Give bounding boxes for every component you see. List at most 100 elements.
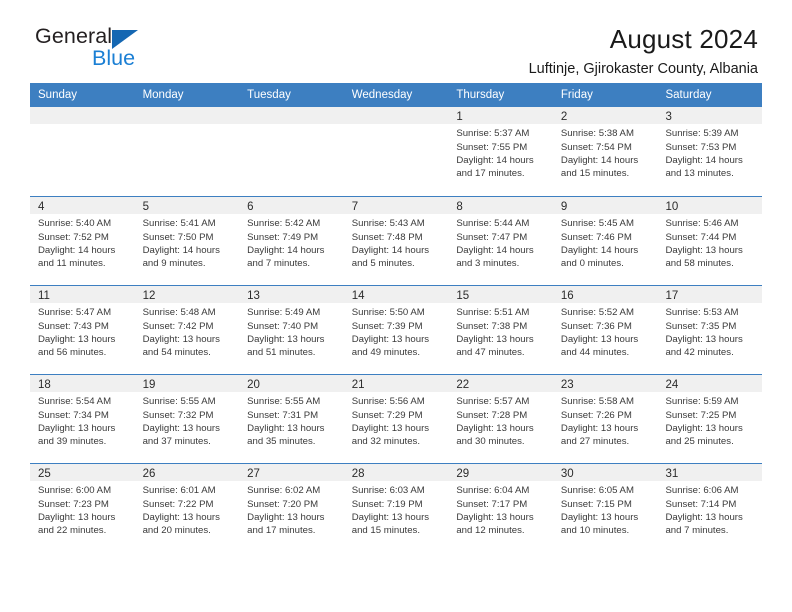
day-number: 28	[351, 468, 365, 481]
calendar-day-cell[interactable]: 9 Sunrise: 5:45 AM Sunset: 7:46 PM Daylight…	[552, 197, 658, 286]
daylight-text: Daylight: 13 hours	[247, 333, 325, 345]
daylight-text-cont: and 58 minutes.	[665, 257, 734, 269]
daylight-text-cont: and 49 minutes.	[351, 346, 421, 358]
day-details: Sunrise: 5:48 AM Sunset: 7:42 PM Daylight:…	[135, 303, 240, 359]
calendar-day-cell[interactable]: 14 Sunrise: 5:50 AM Sunset: 7:39 PM Dayligh…	[343, 286, 449, 375]
day-number: 24	[665, 379, 679, 392]
sunrise-text: Sunrise: 5:55 AM	[142, 396, 216, 408]
daylight-text: Daylight: 13 hours	[38, 511, 116, 523]
sunrise-text: Sunrise: 6:05 AM	[560, 485, 634, 497]
calendar-day-cell[interactable]: 22 Sunrise: 5:57 AM Sunset: 7:28 PM Dayligh…	[448, 375, 553, 464]
daylight-text-cont: and 56 minutes.	[38, 346, 107, 358]
day-number-band: 28	[343, 464, 449, 482]
day-number: 8	[456, 201, 463, 214]
daylight-text: Daylight: 13 hours	[665, 511, 743, 523]
generalblue-logo[interactable]: General Blue	[30, 25, 180, 82]
sunrise-text: Sunrise: 5:44 AM	[456, 218, 530, 230]
day-number-band: 17	[657, 286, 763, 304]
calendar-day-cell[interactable]: 26 Sunrise: 6:01 AM Sunset: 7:22 PM Dayligh…	[134, 464, 240, 553]
sunrise-text: Sunrise: 6:06 AM	[665, 485, 739, 497]
day-number-band: 18	[30, 375, 135, 393]
sunrise-text: Sunrise: 5:59 AM	[665, 396, 739, 408]
sunset-text: Sunset: 7:54 PM	[560, 141, 632, 153]
calendar-day-cell[interactable]: 28 Sunrise: 6:03 AM Sunset: 7:19 PM Dayligh…	[343, 464, 449, 553]
calendar-day-cell[interactable]: 23 Sunrise: 5:58 AM Sunset: 7:26 PM Dayligh…	[552, 375, 658, 464]
calendar-day-cell[interactable]: 4 Sunrise: 5:40 AM Sunset: 7:52 PM Daylight…	[30, 197, 135, 286]
daylight-text-cont: and 11 minutes.	[38, 257, 106, 269]
calendar-day-cell[interactable]: 27 Sunrise: 6:02 AM Sunset: 7:20 PM Dayligh…	[239, 464, 344, 553]
calendar-day-cell[interactable]: 13 Sunrise: 5:49 AM Sunset: 7:40 PM Dayligh…	[239, 286, 344, 375]
daylight-text: Daylight: 13 hours	[560, 333, 639, 345]
day-number-band: 15	[448, 286, 553, 304]
day-details: Sunrise: 5:50 AM Sunset: 7:39 PM Daylight:…	[344, 303, 449, 359]
calendar-day-cell[interactable]: 24 Sunrise: 5:59 AM Sunset: 7:25 PM Dayligh…	[657, 375, 763, 464]
day-details: Sunrise: 5:53 AM Sunset: 7:35 PM Daylight:…	[657, 303, 762, 359]
daylight-text: Daylight: 14 hours	[456, 154, 534, 166]
sunset-text: Sunset: 7:26 PM	[560, 409, 632, 421]
daylight-text: Daylight: 14 hours	[456, 244, 534, 256]
day-details: Sunrise: 5:44 AM Sunset: 7:47 PM Daylight:…	[448, 214, 553, 270]
calendar-day-cell[interactable]: 18 Sunrise: 5:54 AM Sunset: 7:34 PM Dayligh…	[30, 375, 135, 464]
daylight-text-cont: and 12 minutes.	[456, 524, 525, 536]
calendar-day-cell[interactable]: 17 Sunrise: 5:53 AM Sunset: 7:35 PM Dayligh…	[657, 286, 763, 375]
daylight-text: Daylight: 14 hours	[560, 244, 639, 256]
calendar-day-cell[interactable]: 15 Sunrise: 5:51 AM Sunset: 7:38 PM Dayligh…	[448, 286, 553, 375]
day-number: 15	[456, 290, 470, 303]
calendar-day-cell[interactable]: 10 Sunrise: 5:46 AM Sunset: 7:44 PM Dayligh…	[657, 197, 763, 286]
sunset-text: Sunset: 7:38 PM	[456, 320, 528, 332]
day-details: Sunrise: 5:52 AM Sunset: 7:36 PM Daylight:…	[553, 303, 658, 359]
day-details: Sunrise: 5:51 AM Sunset: 7:38 PM Daylight:…	[448, 303, 553, 359]
calendar-day-cell[interactable]: 6 Sunrise: 5:42 AM Sunset: 7:49 PM Daylight…	[239, 197, 344, 286]
calendar-day-cell[interactable]: 1 Sunrise: 5:37 AM Sunset: 7:55 PM Daylight…	[448, 107, 553, 197]
calendar-day-cell[interactable]: 3 Sunrise: 5:39 AM Sunset: 7:53 PM Daylight…	[657, 107, 763, 197]
day-number: 31	[665, 468, 679, 481]
daylight-text-cont: and 47 minutes.	[456, 346, 525, 358]
calendar-day-cell[interactable]: 5 Sunrise: 5:41 AM Sunset: 7:50 PM Daylight…	[134, 197, 240, 286]
daylight-text-cont: and 44 minutes.	[560, 346, 630, 358]
day-number: 7	[351, 201, 359, 214]
calendar-day-cell[interactable]: 19 Sunrise: 5:55 AM Sunset: 7:32 PM Dayligh…	[134, 375, 240, 464]
calendar-day-cell[interactable]: 2 Sunrise: 5:38 AM Sunset: 7:54 PM Daylight…	[552, 107, 658, 197]
day-number: 29	[456, 468, 470, 481]
sunset-text: Sunset: 7:42 PM	[142, 320, 214, 332]
calendar-day-cell-empty	[30, 107, 135, 197]
day-details: Sunrise: 5:55 AM Sunset: 7:32 PM Daylight:…	[135, 392, 240, 448]
daylight-text: Daylight: 13 hours	[456, 511, 534, 523]
day-number-band: 12	[134, 286, 240, 304]
daylight-text-cont: and 5 minutes.	[351, 257, 415, 269]
weekday-header-wednesday: Wednesday	[351, 89, 413, 101]
calendar-day-cell[interactable]: 25 Sunrise: 6:00 AM Sunset: 7:23 PM Dayligh…	[30, 464, 135, 553]
daylight-text-cont: and 17 minutes.	[247, 524, 316, 536]
sunset-text: Sunset: 7:40 PM	[247, 320, 319, 332]
calendar-day-cell[interactable]: 12 Sunrise: 5:48 AM Sunset: 7:42 PM Dayligh…	[134, 286, 240, 375]
calendar-day-cell[interactable]: 31 Sunrise: 6:06 AM Sunset: 7:14 PM Dayligh…	[657, 464, 763, 553]
calendar-day-cell[interactable]: 16 Sunrise: 5:52 AM Sunset: 7:36 PM Dayligh…	[552, 286, 658, 375]
day-number-band: 4	[30, 197, 135, 215]
sunset-text: Sunset: 7:43 PM	[38, 320, 109, 332]
calendar-day-cell[interactable]: 21 Sunrise: 5:56 AM Sunset: 7:29 PM Dayligh…	[343, 375, 449, 464]
daylight-text: Daylight: 13 hours	[142, 422, 220, 434]
day-details: Sunrise: 6:04 AM Sunset: 7:17 PM Daylight:…	[448, 481, 553, 537]
sunset-text: Sunset: 7:20 PM	[247, 498, 319, 510]
daylight-text: Daylight: 13 hours	[142, 333, 220, 345]
calendar-day-cell[interactable]: 8 Sunrise: 5:44 AM Sunset: 7:47 PM Daylight…	[448, 197, 553, 286]
calendar-day-cell[interactable]: 11 Sunrise: 5:47 AM Sunset: 7:43 PM Dayligh…	[30, 286, 135, 375]
calendar-day-cell[interactable]: 30 Sunrise: 6:05 AM Sunset: 7:15 PM Dayligh…	[552, 464, 658, 553]
daylight-text-cont: and 37 minutes.	[142, 435, 211, 447]
day-details: Sunrise: 5:41 AM Sunset: 7:50 PM Daylight:…	[135, 214, 240, 270]
sunset-text: Sunset: 7:34 PM	[38, 409, 109, 421]
day-details: Sunrise: 5:56 AM Sunset: 7:29 PM Daylight:…	[344, 392, 449, 448]
calendar-day-cell[interactable]: 20 Sunrise: 5:55 AM Sunset: 7:31 PM Dayligh…	[239, 375, 344, 464]
day-details: Sunrise: 5:38 AM Sunset: 7:54 PM Daylight:…	[553, 124, 658, 180]
sunrise-text: Sunrise: 5:45 AM	[560, 218, 634, 230]
day-number: 1	[456, 111, 463, 124]
calendar-day-cell[interactable]: 7 Sunrise: 5:43 AM Sunset: 7:48 PM Daylight…	[343, 197, 449, 286]
daylight-text: Daylight: 13 hours	[38, 422, 116, 434]
daylight-text-cont: and 35 minutes.	[247, 435, 316, 447]
sunset-text: Sunset: 7:15 PM	[560, 498, 632, 510]
sunrise-text: Sunrise: 5:40 AM	[38, 218, 112, 230]
daylight-text: Daylight: 13 hours	[247, 422, 325, 434]
day-number-band: 13	[239, 286, 344, 304]
calendar-day-cell[interactable]: 29 Sunrise: 6:04 AM Sunset: 7:17 PM Dayligh…	[448, 464, 553, 553]
day-number: 22	[456, 379, 470, 392]
